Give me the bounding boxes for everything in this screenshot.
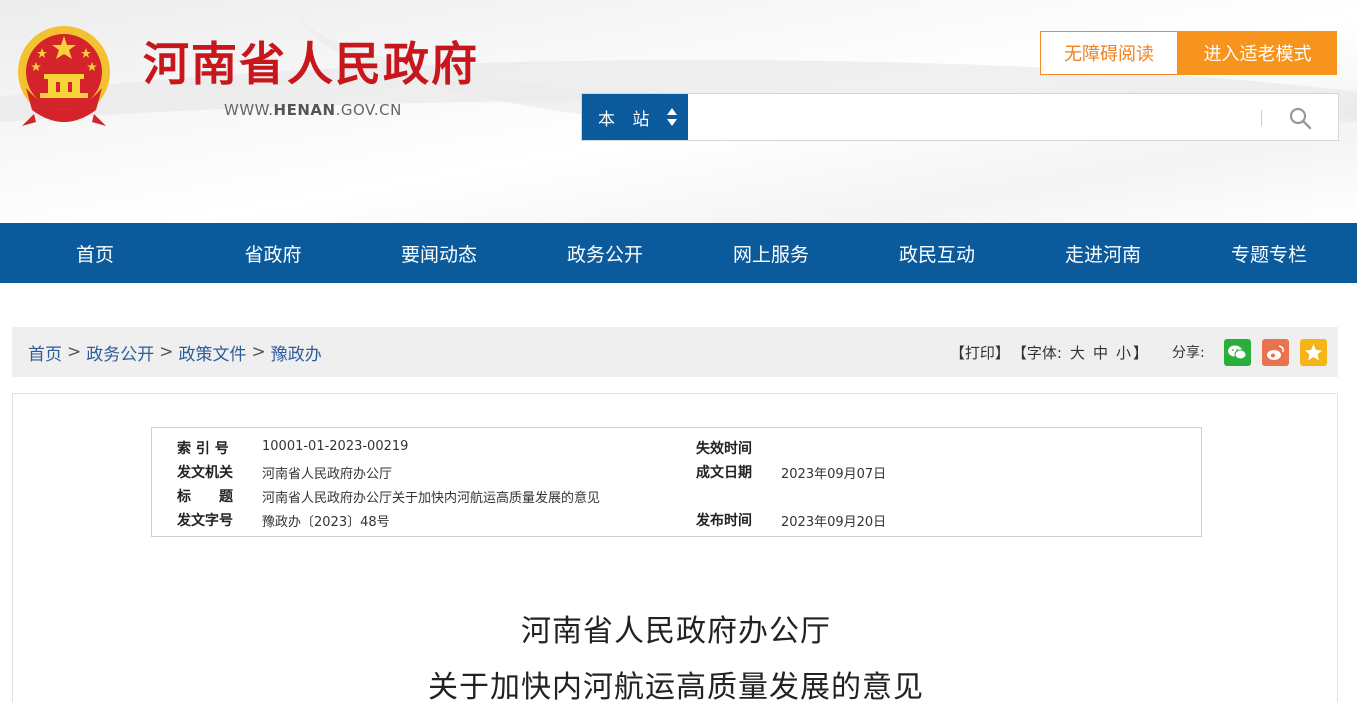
written-date-label: 成文日期 [696, 465, 752, 481]
issuing-authority-label: 发文机关 [177, 465, 233, 481]
search-input[interactable] [690, 96, 1250, 138]
document-number-label: 发文字号 [177, 513, 233, 529]
wechat-share-icon[interactable] [1224, 339, 1251, 366]
issuing-authority-value: 河南省人民政府办公厅 [262, 467, 393, 482]
font-large-button[interactable]: 大 [1070, 342, 1085, 363]
breadcrumb-policy-documents-link[interactable]: 政策文件 [179, 340, 247, 365]
publish-time-label: 发布时间 [696, 513, 752, 529]
site-url: WWW.HENAN.GOV.CN [224, 101, 402, 119]
title-value: 河南省人民政府办公厅关于加快内河航运高质量发展的意见 [262, 491, 601, 506]
font-size-suffix: 】 [1132, 343, 1148, 362]
nav-item-government-affairs[interactable]: 政务公开 [522, 223, 688, 283]
written-date-value: 2023年09月07日 [781, 467, 887, 482]
expiry-time-label: 失效时间 [696, 441, 752, 457]
document-metadata-table: 索 引 号 10001-01-2023-00219 失效时间 发文机关 河南省人… [151, 427, 1202, 537]
accessibility-reading-button[interactable]: 无障碍阅读 [1040, 31, 1178, 75]
nav-item-about-henan[interactable]: 走进河南 [1020, 223, 1186, 283]
breadcrumb: 首页 > 政务公开 > 政策文件 > 豫政办 [28, 327, 322, 377]
index-number-value: 10001-01-2023-00219 [262, 439, 409, 454]
index-number-label: 索 引 号 [177, 441, 229, 457]
search-scope-label: 本 站 [598, 109, 656, 130]
share-label: 分享: [1172, 345, 1205, 361]
main-nav: 首页 省政府 要闻动态 政务公开 网上服务 政民互动 走进河南 专题专栏 [0, 223, 1357, 283]
breadcrumb-government-affairs-link[interactable]: 政务公开 [86, 340, 154, 365]
breadcrumb-separator: > [159, 342, 174, 362]
font-medium-button[interactable]: 中 [1093, 342, 1108, 363]
search-scope-select[interactable]: 本 站 [582, 94, 688, 140]
breadcrumb-yuzhengban-link[interactable]: 豫政办 [271, 340, 322, 365]
up-down-arrows-icon [667, 108, 677, 126]
nav-item-special-topics[interactable]: 专题专栏 [1186, 223, 1352, 283]
nav-item-news[interactable]: 要闻动态 [356, 223, 522, 283]
breadcrumb-bar: 首页 > 政务公开 > 政策文件 > 豫政办 【打印】 【字体: 大 中 小 】… [12, 327, 1338, 377]
breadcrumb-separator: > [67, 342, 82, 362]
font-small-button[interactable]: 小 [1116, 342, 1131, 363]
publish-time-value: 2023年09月20日 [781, 515, 887, 530]
nav-item-home[interactable]: 首页 [0, 223, 190, 283]
print-button[interactable]: 【打印】 [950, 342, 1010, 363]
document-title-line2: 关于加快内河航运高质量发展的意见 [428, 670, 924, 702]
weibo-share-icon[interactable] [1262, 339, 1289, 366]
document-number-value: 豫政办〔2023〕48号 [262, 515, 390, 530]
breadcrumb-separator: > [251, 342, 266, 362]
breadcrumb-home-link[interactable]: 首页 [28, 340, 62, 365]
favorite-star-icon[interactable] [1300, 339, 1327, 366]
site-header: 河南省人民政府 WWW.HENAN.GOV.CN 无障碍阅读 进入适老模式 本 … [0, 0, 1357, 223]
site-title: 河南省人民政府 [143, 37, 479, 91]
article-container: 索 引 号 10001-01-2023-00219 失效时间 发文机关 河南省人… [12, 393, 1338, 702]
document-title-line1: 河南省人民政府办公厅 [521, 614, 831, 649]
nav-item-interaction[interactable]: 政民互动 [854, 223, 1020, 283]
elder-mode-button[interactable]: 进入适老模式 [1178, 31, 1337, 75]
title-label: 标 题 [177, 489, 233, 505]
national-emblem-icon [18, 26, 110, 126]
search-bar: 本 站 [581, 93, 1339, 141]
search-icon[interactable] [1288, 106, 1312, 130]
nav-item-provincial-government[interactable]: 省政府 [190, 223, 356, 283]
nav-item-online-services[interactable]: 网上服务 [688, 223, 854, 283]
search-divider [1261, 110, 1262, 126]
font-size-prefix: 【字体: [1011, 343, 1062, 362]
page-tools: 【打印】 【字体: 大 中 小 】 [948, 327, 1148, 377]
